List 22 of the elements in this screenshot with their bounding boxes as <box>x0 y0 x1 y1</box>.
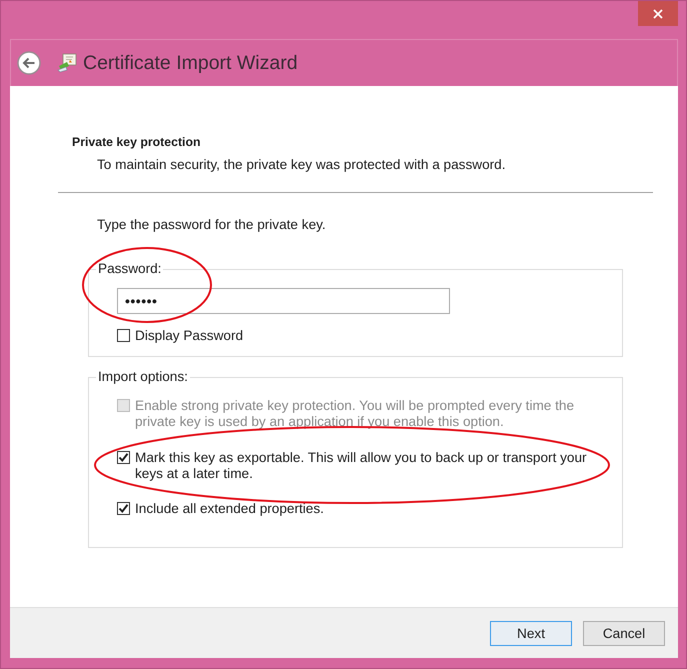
certificate-icon <box>57 53 77 73</box>
window-title: Certificate Import Wizard <box>83 51 298 75</box>
checkbox[interactable] <box>117 451 130 464</box>
instruction-text: Type the password for the private key. <box>97 217 327 233</box>
dialog-button[interactable]: Cancel <box>583 621 665 646</box>
back-button[interactable] <box>17 51 41 75</box>
checkmark-icon <box>118 452 129 463</box>
checkmark-icon <box>118 503 129 514</box>
option-label: Include all extended properties. <box>135 501 325 517</box>
option-label: Mark this key as exportable. This will allow you to back up or transport your keys at a later time. <box>135 450 588 482</box>
close-icon <box>653 8 663 18</box>
close-button[interactable] <box>638 1 678 26</box>
option-label: Enable strong private key protection. You will be prompted every time the private key is used by an application if you enable this option. <box>135 398 576 430</box>
checkbox-label: Display Password <box>135 328 244 344</box>
group-label: Import options: <box>97 369 189 385</box>
checkbox[interactable] <box>117 329 130 342</box>
page-heading: Private key protection <box>72 134 202 150</box>
password-field[interactable]: •••••• <box>117 288 450 314</box>
checkbox[interactable] <box>117 502 130 515</box>
page-description: To maintain security, the private key was protected with a password. <box>97 157 507 173</box>
dialog-button[interactable]: Next <box>490 621 572 646</box>
group-label: Password: <box>97 261 162 277</box>
